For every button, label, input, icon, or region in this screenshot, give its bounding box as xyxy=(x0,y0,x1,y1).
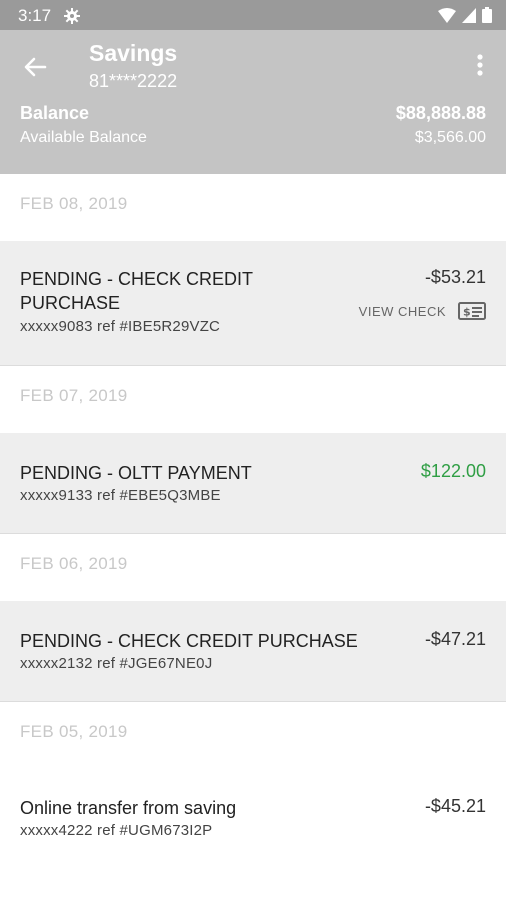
wifi-icon xyxy=(438,7,456,28)
transaction-row[interactable]: PENDING - OLTT PAYMENT xxxxx9133 ref #EB… xyxy=(0,433,506,534)
transaction-list: FEB 08, 2019 PENDING - CHECK CREDIT PURC… xyxy=(0,174,506,869)
transaction-row[interactable]: PENDING - CHECK CREDIT PURCHASE xxxxx213… xyxy=(0,601,506,702)
transaction-amount: -$53.21 xyxy=(424,267,486,287)
more-vert-icon xyxy=(477,54,483,76)
settings-gear-icon xyxy=(64,8,80,29)
available-balance-value: $3,566.00 xyxy=(414,129,486,146)
date-label: FEB 06, 2019 xyxy=(20,554,128,573)
date-header: FEB 05, 2019 xyxy=(0,702,506,769)
transaction-amount: -$45.21 xyxy=(424,796,486,816)
svg-text:$: $ xyxy=(463,306,471,319)
date-header: FEB 06, 2019 xyxy=(0,534,506,601)
date-header: FEB 07, 2019 xyxy=(0,366,506,433)
date-label: FEB 07, 2019 xyxy=(20,386,128,405)
available-balance-label: Available Balance xyxy=(20,129,147,146)
transaction-row[interactable]: Online transfer from saving xxxxx4222 re… xyxy=(0,769,506,869)
battery-icon xyxy=(482,7,492,28)
account-header: Savings 81****2222 Balance $88,888.88 Av… xyxy=(0,30,506,174)
more-options-button[interactable] xyxy=(468,48,492,82)
transaction-amount: -$47.21 xyxy=(424,629,486,649)
page-title: Savings xyxy=(89,40,178,66)
transaction-reference: xxxxx4222 ref #UGM673I2P xyxy=(20,822,213,839)
transaction-description: PENDING - CHECK CREDIT PURCHASE xyxy=(20,631,358,651)
balance-label: Balance xyxy=(20,103,90,123)
transaction-reference: xxxxx9083 ref #IBE5R29VZC xyxy=(20,318,221,335)
transaction-description: PENDING - CHECK CREDIT PURCHASE xyxy=(20,269,253,313)
check-image-icon: $ xyxy=(458,302,486,320)
status-bar: 3:17 xyxy=(0,0,506,30)
signal-icon xyxy=(462,7,476,28)
transaction-reference: xxxxx9133 ref #EBE5Q3MBE xyxy=(20,487,221,504)
account-number: 81****2222 xyxy=(89,71,178,91)
transaction-row[interactable]: PENDING - CHECK CREDIT PURCHASE xxxxx908… xyxy=(0,241,506,366)
transaction-description: Online transfer from saving xyxy=(20,798,237,818)
view-check-button[interactable]: VIEW CHECK $ xyxy=(359,302,486,320)
view-check-label: VIEW CHECK xyxy=(358,303,446,319)
back-button[interactable] xyxy=(18,50,52,84)
transaction-amount: $122.00 xyxy=(420,461,486,481)
back-arrow-icon xyxy=(24,57,47,77)
date-label: FEB 05, 2019 xyxy=(20,722,128,741)
date-header: FEB 08, 2019 xyxy=(0,174,506,241)
balance-value: $88,888.88 xyxy=(395,103,486,123)
transaction-reference: xxxxx2132 ref #JGE67NE0J xyxy=(20,655,213,672)
status-time: 3:17 xyxy=(18,6,52,25)
transaction-description: PENDING - OLTT PAYMENT xyxy=(20,463,252,483)
date-label: FEB 08, 2019 xyxy=(20,194,128,213)
